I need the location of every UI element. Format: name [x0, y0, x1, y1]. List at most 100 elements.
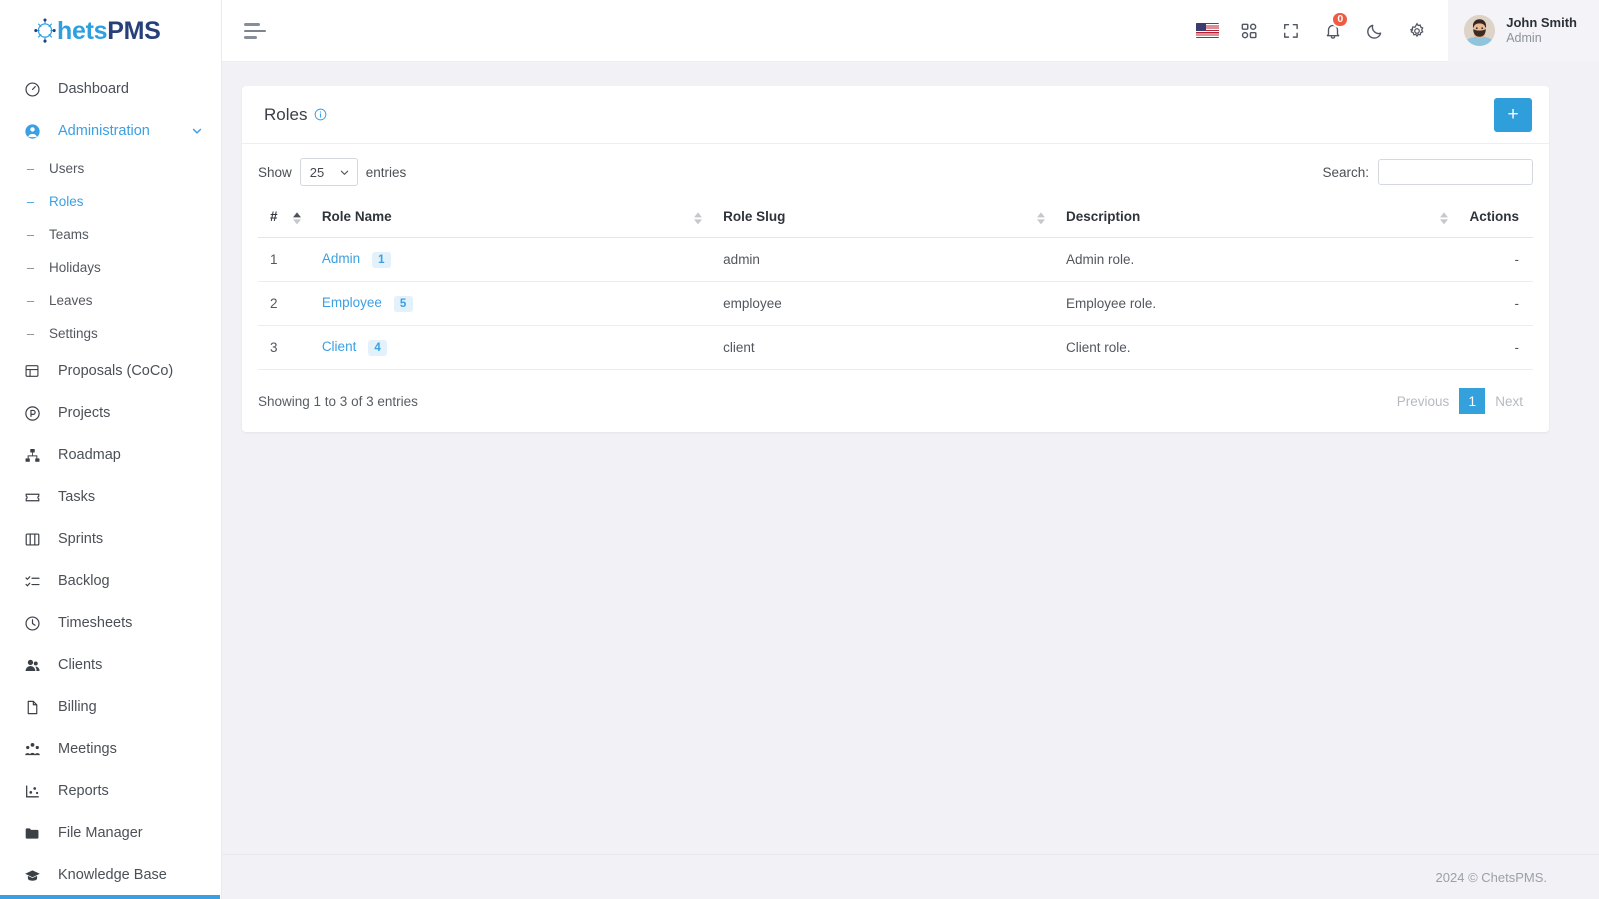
- sidebar-item-backlog[interactable]: Backlog: [0, 560, 221, 602]
- sidebar-item-projects[interactable]: Projects: [0, 392, 221, 434]
- cell-role-name: Employee 5: [309, 281, 712, 326]
- grid-apps-icon[interactable]: [1228, 0, 1270, 62]
- sidebar-item-label: Projects: [58, 405, 111, 421]
- sidebar-item-holidays[interactable]: – Holidays: [0, 251, 221, 284]
- table-row: 2 Employee 5 employee Employee role. -: [258, 281, 1533, 326]
- cell-actions: -: [1457, 325, 1533, 370]
- column-header-description[interactable]: Description: [1054, 200, 1458, 238]
- chets-network-logo-icon: [34, 18, 56, 44]
- role-user-count-badge: 1: [371, 252, 391, 268]
- cell-actions: -: [1457, 237, 1533, 282]
- user-menu[interactable]: John Smith Admin: [1448, 0, 1599, 62]
- sidebar-item-label: Backlog: [58, 573, 110, 589]
- sidebar-item-tasks[interactable]: Tasks: [0, 476, 221, 518]
- role-link[interactable]: Employee: [322, 295, 382, 310]
- gear-icon[interactable]: [1396, 0, 1438, 62]
- pagination: Previous 1 Next: [1387, 388, 1533, 414]
- role-link[interactable]: Admin: [322, 251, 360, 266]
- sidebar-item-reports[interactable]: Reports: [0, 770, 221, 812]
- sidebar-item-file-manager[interactable]: File Manager: [0, 812, 221, 854]
- card-body: Show 25 entries Search: # Role Name Role…: [242, 144, 1549, 432]
- fullscreen-icon[interactable]: [1270, 0, 1312, 62]
- sidebar-item-roadmap[interactable]: Roadmap: [0, 434, 221, 476]
- page-title-text: Roles: [264, 104, 308, 124]
- pagination-previous[interactable]: Previous: [1387, 388, 1460, 414]
- sidebar-item-knowledge-base[interactable]: Knowledge Base: [0, 854, 221, 896]
- page-length-select[interactable]: 25: [299, 158, 358, 186]
- pagination-next[interactable]: Next: [1485, 388, 1533, 414]
- sidebar-item-label: Meetings: [58, 741, 117, 757]
- sidebar-scrollbar[interactable]: [0, 895, 220, 899]
- table-row: 3 Client 4 client Client role. -: [258, 325, 1533, 370]
- app-root: hetsPMS Dashboard Administration – Users…: [0, 0, 1599, 899]
- role-user-count-badge: 4: [368, 340, 388, 356]
- sidebar-item-administration[interactable]: Administration: [0, 110, 221, 152]
- search-input[interactable]: [1378, 159, 1533, 185]
- sidebar-item-billing[interactable]: Billing: [0, 686, 221, 728]
- entries-label: entries: [365, 164, 407, 180]
- search-control: Search:: [1322, 159, 1533, 185]
- sidebar-item-dashboard[interactable]: Dashboard: [0, 68, 221, 110]
- roles-table: # Role Name Role Slug Description Action…: [258, 200, 1533, 370]
- sidebar-item-timesheets[interactable]: Timesheets: [0, 602, 221, 644]
- flag-graphic: [1195, 23, 1219, 38]
- table-header-row: # Role Name Role Slug Description Action…: [258, 200, 1533, 238]
- sidebar-item-label: Proposals (CoCo): [58, 363, 174, 379]
- folder-icon: [22, 823, 42, 843]
- user-name: John Smith: [1506, 14, 1577, 30]
- bell-icon[interactable]: 0: [1312, 0, 1354, 62]
- topbar-actions: 0 John Smith Admin: [1186, 0, 1599, 62]
- chevron-down-icon: [191, 125, 203, 137]
- cell-role-slug: employee: [711, 281, 1055, 326]
- add-role-button[interactable]: +: [1494, 97, 1532, 132]
- clock-icon: [22, 613, 42, 633]
- role-link[interactable]: Client: [322, 339, 357, 354]
- sidebar-item-teams[interactable]: – Teams: [0, 218, 221, 251]
- copyright-text: 2024 © ChetsPMS.: [1435, 869, 1547, 885]
- column-header-actions: Actions: [1457, 200, 1533, 238]
- sidebar-item-sprints[interactable]: Sprints: [0, 518, 221, 560]
- sidebar-item-label: Billing: [58, 699, 97, 715]
- column-header-number[interactable]: #: [258, 200, 310, 238]
- user-meta: John Smith Admin: [1506, 15, 1577, 47]
- chart-scatter-icon: [22, 781, 42, 801]
- dash-icon: –: [26, 227, 35, 242]
- sidebar-item-proposals[interactable]: Proposals (CoCo): [0, 350, 221, 392]
- column-header-role-name[interactable]: Role Name: [309, 200, 712, 238]
- us-flag-icon[interactable]: [1186, 0, 1228, 62]
- table-body: 1 Admin 1 admin Admin role. - 2 Employee…: [258, 237, 1533, 370]
- cell-actions: -: [1457, 281, 1533, 326]
- cell-description: Employee role.: [1054, 281, 1458, 326]
- sidebar-item-label: Tasks: [58, 489, 96, 505]
- info-circle-icon[interactable]: [314, 108, 327, 121]
- search-label: Search:: [1322, 164, 1369, 180]
- people-icon: [22, 655, 42, 675]
- sidebar-item-roles[interactable]: – Roles: [0, 185, 221, 218]
- moon-icon[interactable]: [1354, 0, 1396, 62]
- cell-role-name: Admin 1: [309, 237, 712, 282]
- proposal-icon: [22, 361, 42, 381]
- brand-logo[interactable]: hetsPMS: [0, 0, 221, 62]
- sidebar-item-users[interactable]: – Users: [0, 152, 221, 185]
- pagination-page-1[interactable]: 1: [1459, 388, 1486, 414]
- column-header-role-slug[interactable]: Role Slug: [711, 200, 1055, 238]
- datatable-controls: Show 25 entries Search:: [258, 158, 1533, 200]
- sidebar-item-label: Knowledge Base: [58, 867, 167, 883]
- sidebar-item-clients[interactable]: Clients: [0, 644, 221, 686]
- sidebar-item-label: Roadmap: [58, 447, 121, 463]
- sort-arrows-icon: [694, 211, 703, 224]
- sidebar-item-settings[interactable]: – Settings: [0, 317, 221, 350]
- role-user-count-badge: 5: [393, 296, 413, 312]
- sidebar-item-leaves[interactable]: – Leaves: [0, 284, 221, 317]
- user-avatar-photo: [1464, 15, 1496, 46]
- sidebar-item-label: Administration: [58, 123, 150, 139]
- sort-arrows-icon: [1440, 211, 1449, 224]
- cell-description: Admin role.: [1054, 237, 1458, 282]
- sidebar-subitem-label: Leaves: [49, 293, 93, 308]
- page-title: Roles: [264, 105, 327, 125]
- sidebar-item-meetings[interactable]: Meetings: [0, 728, 221, 770]
- show-label: Show: [258, 164, 292, 180]
- cell-number: 3: [258, 325, 310, 370]
- sort-arrows-icon: [292, 211, 301, 224]
- hamburger-icon[interactable]: [244, 14, 278, 48]
